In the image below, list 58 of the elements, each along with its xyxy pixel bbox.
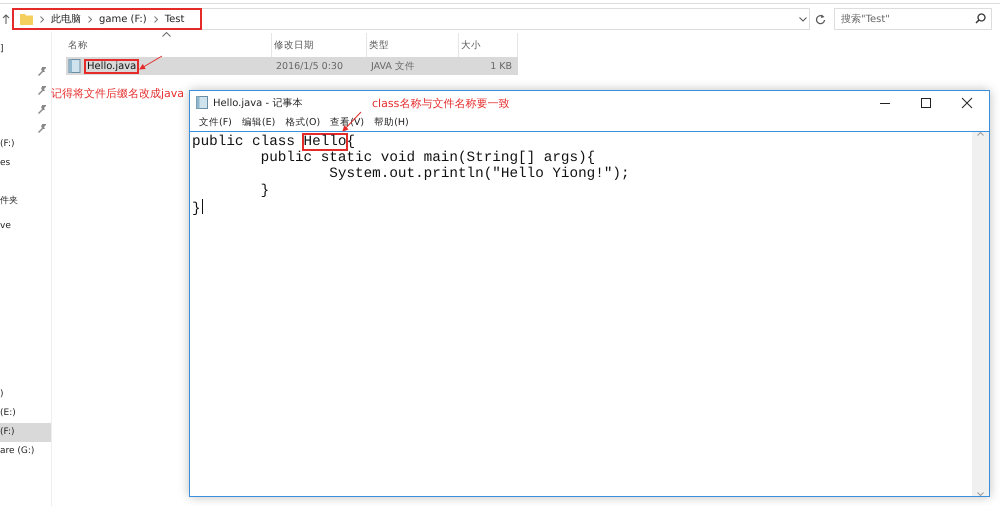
nav-item[interactable]: 件夹: [0, 192, 51, 211]
table-cell-text: 1 KB: [489, 60, 513, 72]
code-text: public static void main(String[] args){: [260, 150, 596, 166]
code-text: System.out.println("Hello Yiong!");: [328, 166, 630, 182]
file-row[interactable]: Hello.java 2016/1/5 0:30 JAVA 文件 1 KB: [66, 57, 518, 75]
code-text: {: [346, 134, 356, 150]
pin-icon[interactable]: [38, 67, 47, 76]
chevron-icon: [154, 16, 158, 22]
menu-item[interactable]: 编辑(E): [236, 116, 280, 129]
nav-item[interactable]: (F:): [0, 135, 51, 154]
address-field[interactable]: [202, 8, 810, 30]
sort-caret-icon: [162, 32, 171, 37]
breadcrumb[interactable]: game (F:): [99, 14, 147, 24]
annotation-arrow: [342, 112, 362, 132]
file-name: Hello.java: [84, 58, 140, 74]
window-title: Hello.java - 记事本: [213, 96, 302, 110]
annotation-text: 记得将文件后缀名改成java: [51, 86, 184, 101]
chevron-icon[interactable]: [799, 16, 807, 22]
pin-icon[interactable]: [38, 124, 47, 133]
nav-item[interactable]: are (G:): [0, 442, 51, 461]
menu-item[interactable]: 格式(O): [280, 116, 326, 129]
close-icon[interactable]: [961, 96, 973, 108]
code-text: public class: [192, 134, 296, 150]
pin-icon[interactable]: [38, 86, 47, 95]
menu-item[interactable]: 帮助(H): [369, 116, 414, 129]
address-bar[interactable]: 此电脑 game (F:) Test: [12, 8, 202, 30]
table-cell-text: 2016/1/5 0:30: [275, 60, 344, 72]
nav-item[interactable]: ): [0, 385, 51, 404]
menu-item[interactable]: 查看(V): [325, 116, 370, 129]
scroll-down-icon[interactable]: [977, 492, 984, 496]
nav-item[interactable]: (E:): [0, 404, 51, 423]
breadcrumb[interactable]: 此电脑: [51, 12, 81, 26]
highlighted-code: Hello: [302, 133, 348, 151]
nav-item[interactable]: ve: [0, 217, 51, 236]
nav-item[interactable]: es: [0, 154, 51, 173]
scroll-up-icon[interactable]: [977, 132, 984, 136]
code-text: }: [192, 200, 201, 217]
scrollbar[interactable]: [972, 132, 989, 496]
document-icon: [68, 59, 81, 73]
table-cell-text: JAVA 文件: [370, 60, 416, 72]
nav-item[interactable]: (F:): [0, 423, 51, 442]
notepad-icon: [196, 96, 208, 109]
code-text: }: [260, 182, 270, 199]
chevron-icon: [40, 16, 44, 22]
annotation-arrow: [139, 56, 162, 70]
text-cursor: [202, 198, 203, 214]
maximize-icon[interactable]: [920, 96, 932, 108]
refresh-icon[interactable]: [814, 14, 826, 24]
annotation-text: class名称与文件名称要一致: [372, 96, 510, 111]
up-arrow-icon[interactable]: [1, 14, 11, 24]
search-field[interactable]: 搜索"Test": [834, 8, 992, 30]
menu-item[interactable]: 文件(F): [194, 116, 237, 129]
folder-icon: [20, 13, 33, 25]
nav-item[interactable]: ]: [0, 40, 51, 59]
search-icon: [975, 13, 986, 24]
pin-icon[interactable]: [38, 105, 47, 114]
chevron-icon: [88, 16, 92, 22]
breadcrumb[interactable]: Test: [164, 14, 184, 24]
